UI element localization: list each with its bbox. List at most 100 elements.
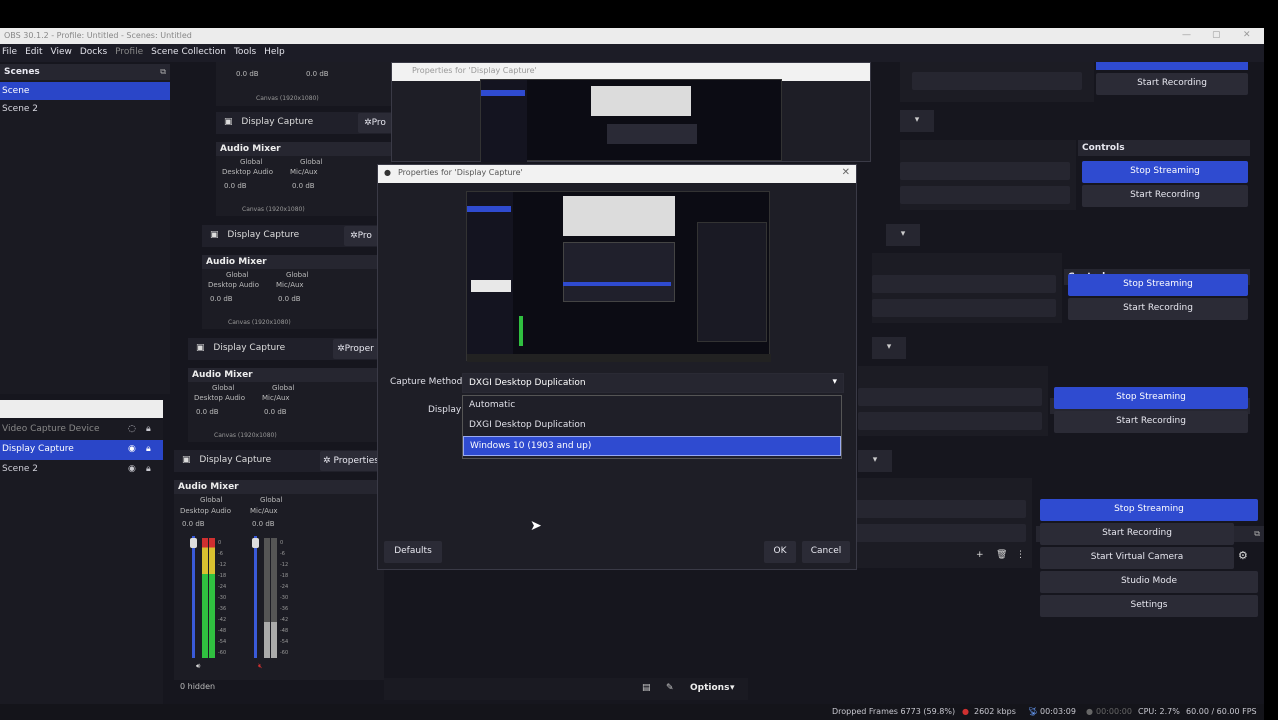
meter-tick: -24 xyxy=(280,584,289,590)
db-readout: 0.0 dB xyxy=(236,70,259,78)
speaker-icon[interactable]: 🔊︎ xyxy=(196,662,200,671)
undock-icon[interactable]: ⧉ xyxy=(160,67,166,77)
source-item[interactable]: Scene 2 ◉ 🔒︎ xyxy=(0,460,163,480)
mute-icon[interactable]: 🔇︎ xyxy=(258,662,262,671)
dropdown-option-dxgi[interactable]: DXGI Desktop Duplication xyxy=(463,416,841,436)
tools-icon[interactable]: ✎ xyxy=(666,683,674,693)
meter-tick: -24 xyxy=(218,584,227,590)
menu-file[interactable]: File xyxy=(2,47,17,62)
mic-aux-label: Mic/Aux xyxy=(290,168,318,176)
scene-item[interactable]: Scene xyxy=(0,82,170,100)
gear-icon[interactable]: ⚙ xyxy=(1238,549,1248,562)
spin-field[interactable] xyxy=(850,524,1026,542)
menu-docks[interactable]: Docks xyxy=(80,47,107,62)
stop-streaming-button[interactable] xyxy=(1096,62,1248,70)
start-recording-button[interactable]: Start Recording xyxy=(1082,185,1248,207)
dropdown-field[interactable] xyxy=(872,275,1056,293)
dropdown-field[interactable] xyxy=(850,500,1026,518)
menu-view[interactable]: View xyxy=(51,47,72,62)
properties-button[interactable]: ✲ Properties xyxy=(320,451,382,471)
start-recording-button[interactable]: Start Recording xyxy=(1068,298,1248,320)
gear-icon: ✲ xyxy=(364,118,372,128)
spin-field[interactable] xyxy=(912,72,1082,90)
chevron-down-icon[interactable]: ▾ xyxy=(886,224,920,246)
meter-tick: -12 xyxy=(218,562,227,568)
db-readout: 0.0 dB xyxy=(278,295,301,303)
mic-volume-handle[interactable] xyxy=(252,538,259,548)
scene-item[interactable]: Scene 2 xyxy=(0,100,170,118)
dropdown-option-windows10[interactable]: Windows 10 (1903 and up) xyxy=(463,436,841,456)
mic-aux-menu[interactable]: Mic/Aux xyxy=(250,507,278,515)
stop-streaming-button[interactable]: Stop Streaming xyxy=(1082,161,1248,183)
chevron-down-icon[interactable]: ▾ xyxy=(872,337,906,359)
close-icon[interactable]: ✕ xyxy=(842,167,850,178)
nested-settings xyxy=(900,140,1076,210)
window-titlebar: OBS 30.1.2 - Profile: Untitled - Scenes:… xyxy=(0,28,1264,44)
start-virtual-camera-button[interactable]: Start Virtual Camera xyxy=(1040,547,1234,569)
dropdown-field[interactable] xyxy=(858,388,1042,406)
mic-level-meter xyxy=(271,538,277,658)
properties-button[interactable]: ✲Pro xyxy=(344,226,378,246)
eye-icon[interactable]: ◉ xyxy=(128,464,136,474)
stop-streaming-button[interactable]: Stop Streaming xyxy=(1068,274,1248,296)
menu-help[interactable]: Help xyxy=(264,47,285,62)
canvas-label: Canvas (1920x1080) xyxy=(242,206,305,213)
db-readout: 0.0 dB xyxy=(210,295,233,303)
mic-aux-label: Mic/Aux xyxy=(276,281,304,289)
spin-field[interactable] xyxy=(900,186,1070,204)
start-recording-button[interactable]: Start Recording xyxy=(1096,73,1248,95)
start-recording-button[interactable]: Start Recording xyxy=(1054,411,1248,433)
add-icon[interactable]: + xyxy=(976,550,984,560)
meter-tick: -36 xyxy=(280,606,289,612)
desktop-audio-menu[interactable]: Desktop Audio xyxy=(180,507,231,515)
db-readout: 0.0 dB xyxy=(306,70,329,78)
options-button[interactable]: Options xyxy=(690,683,729,693)
lock-icon[interactable]: 🔒︎ xyxy=(146,444,151,454)
desktop-volume-handle[interactable] xyxy=(190,538,197,548)
spin-field[interactable] xyxy=(858,412,1042,430)
settings-button[interactable]: Settings xyxy=(1040,595,1258,617)
lock-icon[interactable]: 🔒︎ xyxy=(146,464,151,474)
properties-button[interactable]: ✲Proper xyxy=(333,339,378,359)
defaults-button[interactable]: Defaults xyxy=(384,541,442,563)
studio-mode-button[interactable]: Studio Mode xyxy=(1040,571,1258,593)
desktop-audio-label: Desktop Audio xyxy=(208,281,259,289)
source-item[interactable]: Display Capture ◉ 🔒︎ xyxy=(0,440,163,460)
close-icon[interactable]: ✕ xyxy=(1243,30,1251,40)
mic-volume-slider[interactable] xyxy=(254,536,257,658)
capture-method-select[interactable]: DXGI Desktop Duplication ▾ xyxy=(462,373,844,393)
desktop-level-meter xyxy=(209,538,215,658)
maximize-icon[interactable]: ▢ xyxy=(1212,30,1221,40)
properties-button[interactable]: ✲Pro xyxy=(358,113,392,133)
layout-icon[interactable]: ▤ xyxy=(642,683,651,693)
menu-tools[interactable]: Tools xyxy=(234,47,256,62)
spin-field[interactable] xyxy=(872,299,1056,317)
visibility-off-icon[interactable]: ◌ xyxy=(128,424,136,434)
lock-icon[interactable]: 🔒︎ xyxy=(146,424,151,434)
stop-streaming-button[interactable]: Stop Streaming xyxy=(1054,387,1248,409)
dropdown-field[interactable] xyxy=(900,162,1070,180)
stop-streaming-button[interactable]: Stop Streaming xyxy=(1040,499,1258,521)
dropdown-option-automatic[interactable]: Automatic xyxy=(463,396,841,416)
chevron-down-icon[interactable]: ▾ xyxy=(858,450,892,472)
global-label: Global xyxy=(272,384,295,392)
ok-button[interactable]: OK xyxy=(764,541,796,563)
stream-time-icon: 📡︎ xyxy=(1028,707,1039,716)
sources-dock: Video Capture Device ◌ 🔒︎ Display Captur… xyxy=(0,420,163,704)
monitor-icon: ▣ xyxy=(224,117,233,127)
chevron-down-icon[interactable]: ▾ xyxy=(900,110,934,132)
capture-method-dropdown: Automatic DXGI Desktop Duplication Windo… xyxy=(462,395,842,459)
undock-icon[interactable]: ⧉ xyxy=(1254,529,1260,539)
menu-scene-collection[interactable]: Scene Collection xyxy=(151,47,226,62)
cancel-button[interactable]: Cancel xyxy=(802,541,850,563)
minimize-icon[interactable]: — xyxy=(1182,30,1191,40)
source-item[interactable]: Video Capture Device ◌ 🔒︎ xyxy=(0,420,163,440)
trash-icon[interactable]: 🗑︎ xyxy=(996,550,1007,560)
menu-profile[interactable]: Profile xyxy=(115,47,143,62)
display-label: Display xyxy=(428,405,462,415)
eye-icon[interactable]: ◉ xyxy=(128,444,136,454)
start-recording-button[interactable]: Start Recording xyxy=(1040,523,1234,545)
desktop-volume-slider[interactable] xyxy=(192,536,195,658)
menu-edit[interactable]: Edit xyxy=(25,47,42,62)
more-icon[interactable]: ⋮ xyxy=(1016,550,1025,560)
